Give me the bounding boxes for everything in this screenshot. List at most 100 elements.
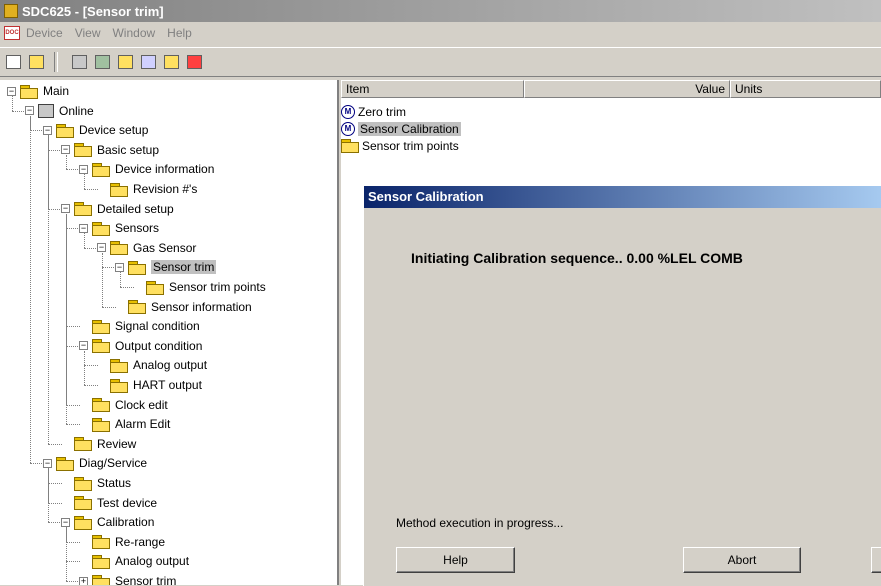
folder-icon bbox=[92, 574, 110, 585]
tree-node-label: Analog output bbox=[115, 554, 190, 569]
title-bar: SDC625 - [Sensor trim] bbox=[0, 0, 881, 22]
tree-node[interactable]: − Basic setup bbox=[61, 141, 159, 159]
folder-icon bbox=[92, 339, 110, 354]
tree-node-label: Gas Sensor bbox=[133, 240, 197, 255]
tree-connector bbox=[66, 228, 80, 230]
folder-icon bbox=[74, 202, 92, 217]
stop-icon[interactable] bbox=[184, 52, 204, 72]
collapse-icon[interactable]: − bbox=[115, 262, 124, 272]
list-item[interactable]: M Zero trim bbox=[341, 103, 406, 120]
tree-connector bbox=[66, 561, 80, 563]
list-item[interactable]: Sensor trim points bbox=[341, 137, 459, 154]
tree-connector bbox=[84, 247, 98, 249]
tree-node[interactable]: Alarm Edit bbox=[79, 415, 170, 433]
menu-window[interactable]: Window bbox=[112, 26, 155, 40]
network-icon[interactable] bbox=[92, 52, 112, 72]
tree-node[interactable]: − Sensors bbox=[79, 219, 159, 237]
collapse-icon[interactable]: − bbox=[79, 341, 88, 351]
tree-node[interactable]: Re-range bbox=[79, 533, 165, 551]
tree-connector bbox=[66, 581, 80, 582]
folder-icon bbox=[92, 535, 110, 550]
tree-node[interactable]: − Output condition bbox=[79, 337, 202, 355]
tree-node[interactable]: − Sensor trim bbox=[115, 258, 217, 276]
open-icon[interactable] bbox=[26, 52, 46, 72]
tree-node[interactable]: − Gas Sensor bbox=[97, 239, 196, 257]
collapse-icon[interactable]: − bbox=[61, 517, 70, 527]
tree-node[interactable]: Analog output bbox=[79, 552, 189, 570]
tree-node[interactable]: − Device setup bbox=[43, 121, 148, 139]
collapse-icon[interactable]: − bbox=[61, 204, 70, 214]
export-icon[interactable] bbox=[138, 52, 158, 72]
abort-button[interactable]: Abort bbox=[683, 547, 801, 573]
tree-node[interactable]: Test device bbox=[61, 494, 157, 512]
tree-connector bbox=[84, 365, 98, 367]
document-icon[interactable]: DOC bbox=[4, 26, 20, 40]
menu-device[interactable]: Device bbox=[26, 26, 63, 40]
tree-node[interactable]: Signal condition bbox=[79, 317, 200, 335]
tree-connector bbox=[84, 350, 85, 385]
tree-node[interactable]: Review bbox=[61, 435, 136, 453]
folder-icon bbox=[56, 456, 74, 471]
device-icon[interactable] bbox=[69, 52, 89, 72]
tree-connector bbox=[48, 135, 49, 444]
column-value[interactable]: Value bbox=[524, 80, 730, 98]
folder-icon bbox=[20, 84, 38, 99]
tree-node[interactable]: HART output bbox=[97, 376, 202, 394]
tree-connector bbox=[84, 189, 98, 190]
list-item[interactable]: M Sensor Calibration bbox=[341, 120, 461, 137]
collapse-icon[interactable]: − bbox=[7, 86, 16, 96]
tree-node[interactable]: − Device information bbox=[79, 160, 214, 178]
folder-icon bbox=[92, 417, 110, 432]
tree-connector bbox=[84, 174, 85, 189]
tree-node[interactable]: Status bbox=[61, 474, 131, 492]
folder-icon bbox=[146, 280, 164, 295]
next-button[interactable] bbox=[871, 547, 881, 573]
collapse-icon[interactable]: − bbox=[43, 458, 52, 468]
help-button[interactable]: Help bbox=[396, 547, 515, 573]
column-units[interactable]: Units bbox=[730, 80, 881, 98]
tree-connector bbox=[102, 306, 116, 308]
tree-connector bbox=[30, 463, 44, 465]
tree-node-label: Output condition bbox=[115, 338, 203, 353]
tree-node[interactable]: − Main bbox=[7, 82, 69, 100]
expand-icon[interactable]: + bbox=[79, 576, 88, 585]
tree-node[interactable]: − Detailed setup bbox=[61, 200, 174, 218]
collapse-icon[interactable]: − bbox=[25, 106, 34, 116]
tree-node-label: Signal condition bbox=[115, 319, 200, 334]
tree-connector bbox=[66, 527, 67, 581]
tree-node-label: Sensor trim bbox=[115, 574, 177, 585]
upload-icon[interactable] bbox=[161, 52, 181, 72]
new-icon[interactable] bbox=[3, 52, 23, 72]
tree-connector bbox=[48, 149, 62, 151]
collapse-icon[interactable]: − bbox=[79, 164, 88, 174]
tree-node-label: Sensor information bbox=[151, 299, 252, 314]
collapse-icon[interactable]: − bbox=[79, 223, 88, 233]
dialog-title: Sensor Calibration bbox=[364, 186, 881, 208]
tree-node[interactable]: − Diag/Service bbox=[43, 454, 147, 472]
tree-node[interactable]: − Calibration bbox=[61, 513, 154, 531]
menu-help[interactable]: Help bbox=[167, 26, 192, 40]
collapse-icon[interactable]: − bbox=[61, 145, 70, 155]
tree-connector bbox=[102, 252, 103, 307]
collapse-icon[interactable]: − bbox=[43, 125, 52, 135]
toolbar bbox=[0, 47, 881, 77]
window-title: SDC625 - [Sensor trim] bbox=[22, 3, 164, 19]
tree-node[interactable]: Revision #'s bbox=[97, 180, 197, 198]
import-icon[interactable] bbox=[115, 52, 135, 72]
tree-connector bbox=[66, 326, 80, 328]
folder-icon bbox=[56, 123, 74, 138]
tree-node[interactable]: + Sensor trim bbox=[79, 572, 176, 585]
tree-node[interactable]: Sensor trim points bbox=[133, 278, 266, 296]
menu-view[interactable]: View bbox=[75, 26, 101, 40]
tree-node-label: Analog output bbox=[133, 358, 208, 373]
tree-node[interactable]: Clock edit bbox=[79, 396, 168, 414]
tree-connector bbox=[66, 345, 80, 347]
tree-connector bbox=[48, 522, 62, 524]
tree-node[interactable]: − Online bbox=[25, 102, 94, 120]
tree-node[interactable]: Analog output bbox=[97, 356, 207, 374]
device-tree[interactable]: − Main − Online − Device setup − Basic setup − De… bbox=[0, 80, 339, 585]
column-item[interactable]: Item bbox=[341, 80, 524, 98]
tree-node[interactable]: Sensor information bbox=[115, 298, 252, 316]
collapse-icon[interactable]: − bbox=[97, 243, 106, 253]
folder-icon bbox=[92, 319, 110, 334]
